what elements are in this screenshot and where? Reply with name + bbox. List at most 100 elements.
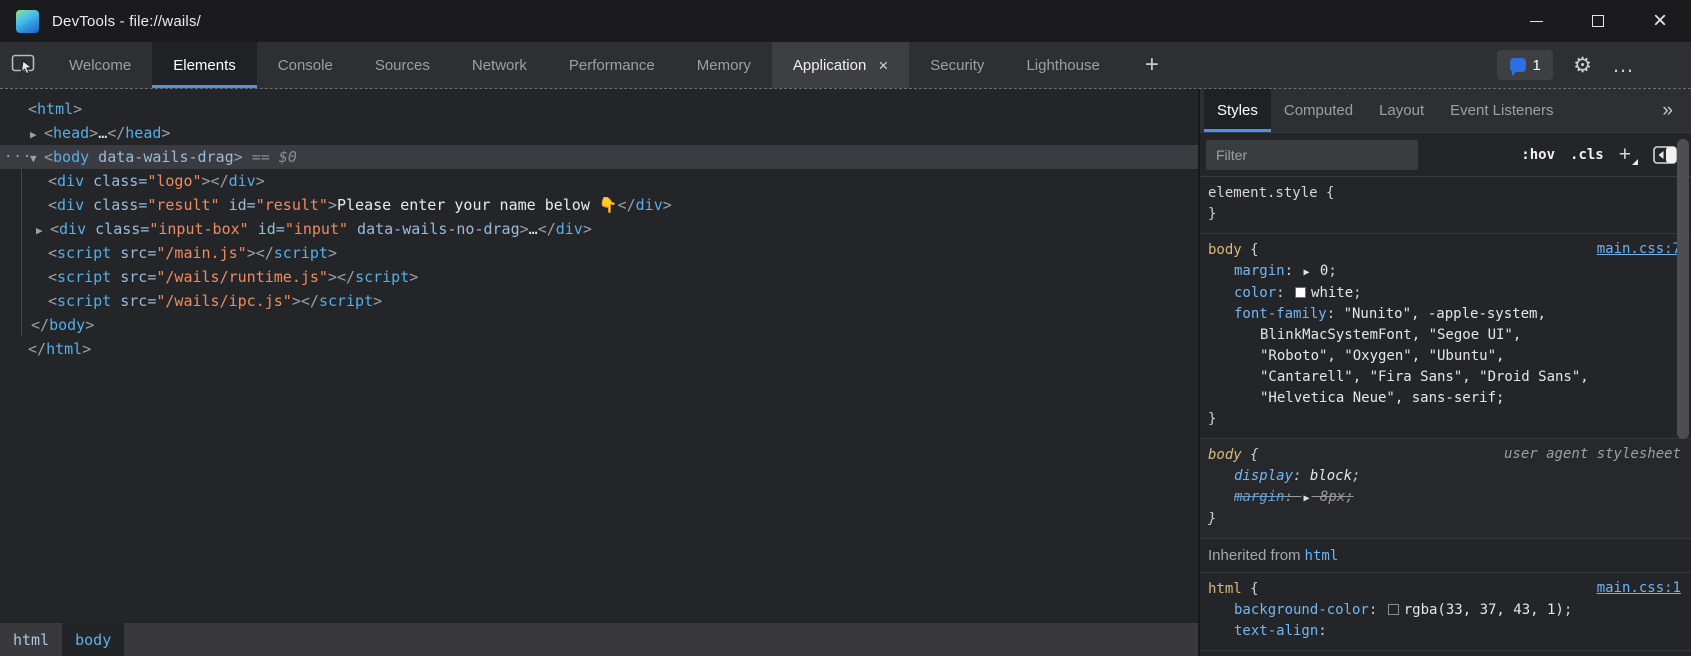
- rule-element-style[interactable]: element.style {}: [1200, 177, 1691, 234]
- tree-row-html-close[interactable]: </html>: [0, 337, 1198, 361]
- code-token: </: [107, 124, 125, 142]
- tab-console[interactable]: Console: [257, 42, 354, 88]
- tab-network[interactable]: Network: [451, 42, 548, 88]
- tab-event-listeners[interactable]: Event Listeners: [1437, 89, 1566, 132]
- code-token: }: [1208, 206, 1216, 222]
- tree-row-div-logo[interactable]: <div class="logo"></div>: [0, 169, 1198, 193]
- style-declaration[interactable]: color: white;: [1208, 283, 1683, 304]
- expand-arrow-icon[interactable]: ▶: [36, 219, 50, 243]
- code-token: [1388, 604, 1399, 615]
- tree-row-script-main[interactable]: <script src="/main.js"></script>: [0, 241, 1198, 265]
- more-options-icon[interactable]: …: [1612, 61, 1635, 70]
- tab-application[interactable]: Application ×: [772, 42, 909, 88]
- styles-filter-input[interactable]: [1206, 140, 1418, 170]
- code-token: >: [161, 124, 170, 142]
- code-token: script: [319, 292, 373, 310]
- code-token: id=: [220, 196, 256, 214]
- style-declaration[interactable]: "Helvetica Neue", sans-serif;: [1208, 388, 1683, 409]
- code-token: </: [618, 196, 636, 214]
- row-actions-icon[interactable]: ···: [4, 145, 32, 169]
- add-tab-button[interactable]: +: [1121, 42, 1183, 88]
- style-declaration[interactable]: "Cantarell", "Fira Sans", "Droid Sans",: [1208, 367, 1683, 388]
- breadcrumb-html[interactable]: html: [0, 623, 62, 656]
- code-token: head: [53, 124, 89, 142]
- window-title: DevTools - file://wails/: [52, 13, 201, 30]
- tab-security[interactable]: Security: [909, 42, 1005, 88]
- code-token: ></: [292, 292, 319, 310]
- code-token: text-align: [1234, 623, 1318, 639]
- rule-body-user-agent[interactable]: user agent stylesheet body {display: blo…: [1200, 439, 1691, 539]
- code-token: div: [57, 196, 84, 214]
- tab-lighthouse[interactable]: Lighthouse: [1005, 42, 1120, 88]
- breadcrumb-body[interactable]: body: [62, 623, 124, 656]
- tab-layout[interactable]: Layout: [1366, 89, 1437, 132]
- tab-computed[interactable]: Computed: [1271, 89, 1366, 132]
- style-declaration[interactable]: margin: ▶ 8px;: [1208, 487, 1683, 509]
- code-token: "/wails/ipc.js": [156, 292, 291, 310]
- style-declaration[interactable]: }: [1208, 509, 1683, 530]
- tree-row-body-close[interactable]: </body>: [0, 313, 1198, 337]
- minimize-button[interactable]: [1505, 0, 1567, 42]
- toggle-class-button[interactable]: .cls: [1570, 147, 1604, 163]
- style-declaration[interactable]: display: block;: [1208, 466, 1683, 487]
- tree-row-div-input-box[interactable]: ▶<div class="input-box" id="input" data-…: [0, 217, 1198, 241]
- tab-sources[interactable]: Sources: [354, 42, 451, 88]
- tab-welcome[interactable]: Welcome: [48, 42, 152, 88]
- code-token: ;: [1345, 489, 1353, 505]
- inspect-element-button[interactable]: [0, 42, 48, 88]
- maximize-button[interactable]: [1567, 0, 1629, 42]
- stylesheet-link[interactable]: main.css:1: [1597, 580, 1681, 596]
- tree-row-head[interactable]: ▶<head>…</head>: [0, 121, 1198, 145]
- style-declaration[interactable]: }: [1208, 204, 1683, 225]
- code-token: html: [37, 100, 73, 118]
- tree-row-body[interactable]: ···▼<body data-wails-drag> == $0: [0, 145, 1198, 169]
- rule-html-maincss[interactable]: main.css:1 html {background-color: rgba(…: [1200, 573, 1691, 651]
- more-tabs-icon[interactable]: »: [1644, 89, 1691, 132]
- code-token: ▶: [1303, 267, 1309, 278]
- tree-row-script-runtime[interactable]: <script src="/wails/runtime.js"></script…: [0, 265, 1198, 289]
- code-token: script: [355, 268, 409, 286]
- code-token: div: [59, 220, 86, 238]
- toggle-pseudo-state-button[interactable]: :hov: [1521, 147, 1555, 163]
- style-declaration[interactable]: }: [1208, 409, 1683, 430]
- style-declaration[interactable]: font-family: "Nunito", -apple-system,: [1208, 304, 1683, 325]
- code-token: :: [1293, 468, 1310, 484]
- style-declaration[interactable]: background-color: rgba(33, 37, 43, 1);: [1208, 600, 1683, 621]
- code-token: >: [520, 220, 529, 238]
- elements-panel: <html> ▶<head>…</head> ···▼<body data-wa…: [0, 89, 1198, 656]
- close-icon: ×: [1653, 9, 1667, 33]
- code-token: data-wails-no-drag: [348, 220, 520, 238]
- tree-row-script-ipc[interactable]: <script src="/wails/ipc.js"></script>: [0, 289, 1198, 313]
- tab-elements[interactable]: Elements: [152, 42, 257, 88]
- issues-counter[interactable]: 1: [1497, 50, 1553, 80]
- new-style-rule-button[interactable]: +: [1619, 143, 1638, 167]
- close-tab-icon[interactable]: ×: [878, 57, 888, 74]
- close-button[interactable]: ×: [1629, 0, 1691, 42]
- stylesheet-link[interactable]: main.css:7: [1597, 241, 1681, 257]
- tab-memory[interactable]: Memory: [676, 42, 772, 88]
- code-token: >: [409, 268, 418, 286]
- style-declaration[interactable]: text-align:: [1208, 621, 1683, 642]
- tree-row-div-result[interactable]: <div class="result" id="result">Please e…: [0, 193, 1198, 217]
- inherited-node-link[interactable]: html: [1305, 548, 1339, 564]
- dom-tree: <html> ▶<head>…</head> ···▼<body data-wa…: [0, 89, 1198, 622]
- settings-gear-icon[interactable]: ⚙: [1573, 55, 1592, 76]
- tree-row-html-open[interactable]: <html>: [0, 97, 1198, 121]
- style-declaration[interactable]: margin: ▶ 0;: [1208, 261, 1683, 283]
- tab-styles[interactable]: Styles: [1204, 89, 1271, 132]
- code-token: class=: [84, 196, 147, 214]
- style-declaration[interactable]: BlinkMacSystemFont, "Segoe UI",: [1208, 325, 1683, 346]
- code-token: ;: [1328, 263, 1336, 279]
- expand-arrow-icon[interactable]: ▶: [30, 123, 44, 147]
- rule-body-maincss[interactable]: main.css:7 body {margin: ▶ 0;color: whit…: [1200, 234, 1691, 439]
- code-token: [1295, 287, 1306, 298]
- style-declaration[interactable]: element.style {: [1208, 183, 1683, 204]
- code-token: margin: [1234, 263, 1285, 279]
- styles-scrollbar-thumb[interactable]: [1677, 139, 1689, 439]
- code-token: font-family: [1234, 306, 1327, 322]
- style-rules: element.style {} main.css:7 body {margin…: [1200, 177, 1691, 656]
- tab-performance[interactable]: Performance: [548, 42, 676, 88]
- code-token: <: [48, 172, 57, 190]
- toggle-sidebar-icon[interactable]: [1653, 146, 1677, 164]
- style-declaration[interactable]: "Roboto", "Oxygen", "Ubuntu",: [1208, 346, 1683, 367]
